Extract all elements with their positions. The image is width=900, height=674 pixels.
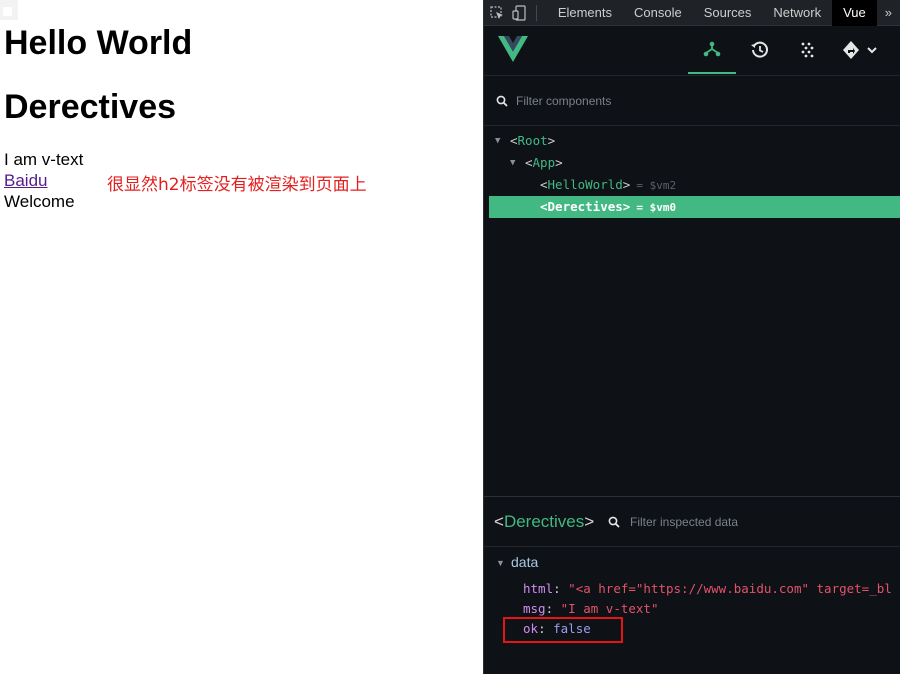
filter-components-bar bbox=[484, 76, 900, 126]
history-tab-icon[interactable] bbox=[736, 26, 784, 74]
tree-node-label: Derectives bbox=[547, 199, 623, 214]
devtools-panel: Elements Console Sources Network Vue » ▼ bbox=[483, 0, 900, 674]
more-tabs-icon[interactable]: » bbox=[877, 0, 900, 26]
vue-devtools-header bbox=[484, 26, 900, 76]
collapse-arrow-icon[interactable]: ▼ bbox=[510, 152, 515, 174]
rendered-page: Hello World Derectives I am v-text Baidu… bbox=[0, 0, 483, 674]
inspect-element-icon[interactable] bbox=[488, 0, 506, 26]
tree-node-helloworld[interactable]: <HelloWorld> = $vm2 bbox=[489, 174, 900, 196]
collapse-arrow-icon[interactable]: ▼ bbox=[496, 558, 505, 568]
page-corner-icon bbox=[0, 0, 18, 20]
filter-inspected-input[interactable] bbox=[630, 513, 890, 531]
filter-components-input[interactable] bbox=[516, 92, 886, 110]
toolbar-divider bbox=[536, 4, 537, 21]
device-toolbar-icon[interactable] bbox=[510, 0, 528, 26]
welcome-line: Welcome bbox=[4, 192, 75, 211]
collapse-arrow-icon[interactable]: ▼ bbox=[495, 130, 500, 152]
baidu-link[interactable]: Baidu bbox=[4, 170, 47, 191]
annotation-note: 很显然h2标签没有被渲染到页面上 bbox=[107, 175, 367, 195]
tree-node-derectives[interactable]: <Derectives> = $vm0 bbox=[489, 196, 900, 218]
highlight-box bbox=[503, 617, 623, 643]
tree-node-label: App bbox=[532, 155, 556, 170]
routing-tab-icon[interactable] bbox=[832, 26, 892, 74]
hello-world-heading: Hello World bbox=[4, 24, 193, 62]
search-icon bbox=[608, 515, 620, 533]
performance-tab-icon[interactable] bbox=[784, 26, 832, 74]
tab-sources[interactable]: Sources bbox=[693, 0, 763, 26]
inspector-header: <Derectives> bbox=[484, 497, 900, 547]
tab-network[interactable]: Network bbox=[762, 0, 832, 26]
tab-vue[interactable]: Vue bbox=[832, 0, 877, 26]
search-icon bbox=[496, 94, 508, 112]
vue-logo-icon bbox=[498, 36, 528, 67]
tree-node-label: HelloWorld bbox=[547, 177, 623, 192]
tab-elements[interactable]: Elements bbox=[547, 0, 623, 26]
components-tab-icon[interactable] bbox=[688, 26, 736, 74]
tree-node-app[interactable]: ▼ <App> bbox=[489, 152, 900, 174]
data-section-title[interactable]: data bbox=[511, 554, 538, 570]
inspected-component-name: <Derectives> bbox=[494, 512, 595, 531]
vtext-line: I am v-text bbox=[4, 150, 84, 169]
devtools-tab-bar: Elements Console Sources Network Vue » bbox=[484, 0, 900, 26]
vm-reference: = $vm2 bbox=[636, 179, 677, 192]
vm-reference: = $vm0 bbox=[636, 201, 677, 214]
tree-node-root[interactable]: ▼ <Root> bbox=[489, 130, 900, 152]
data-prop-html[interactable]: html: "<a href="https://www.baidu.com" t… bbox=[523, 579, 892, 599]
derectives-heading: Derectives bbox=[4, 88, 177, 126]
tree-node-label: Root bbox=[517, 133, 548, 148]
data-prop-msg[interactable]: msg: "I am v-text" bbox=[523, 599, 658, 619]
tab-console[interactable]: Console bbox=[623, 0, 693, 26]
